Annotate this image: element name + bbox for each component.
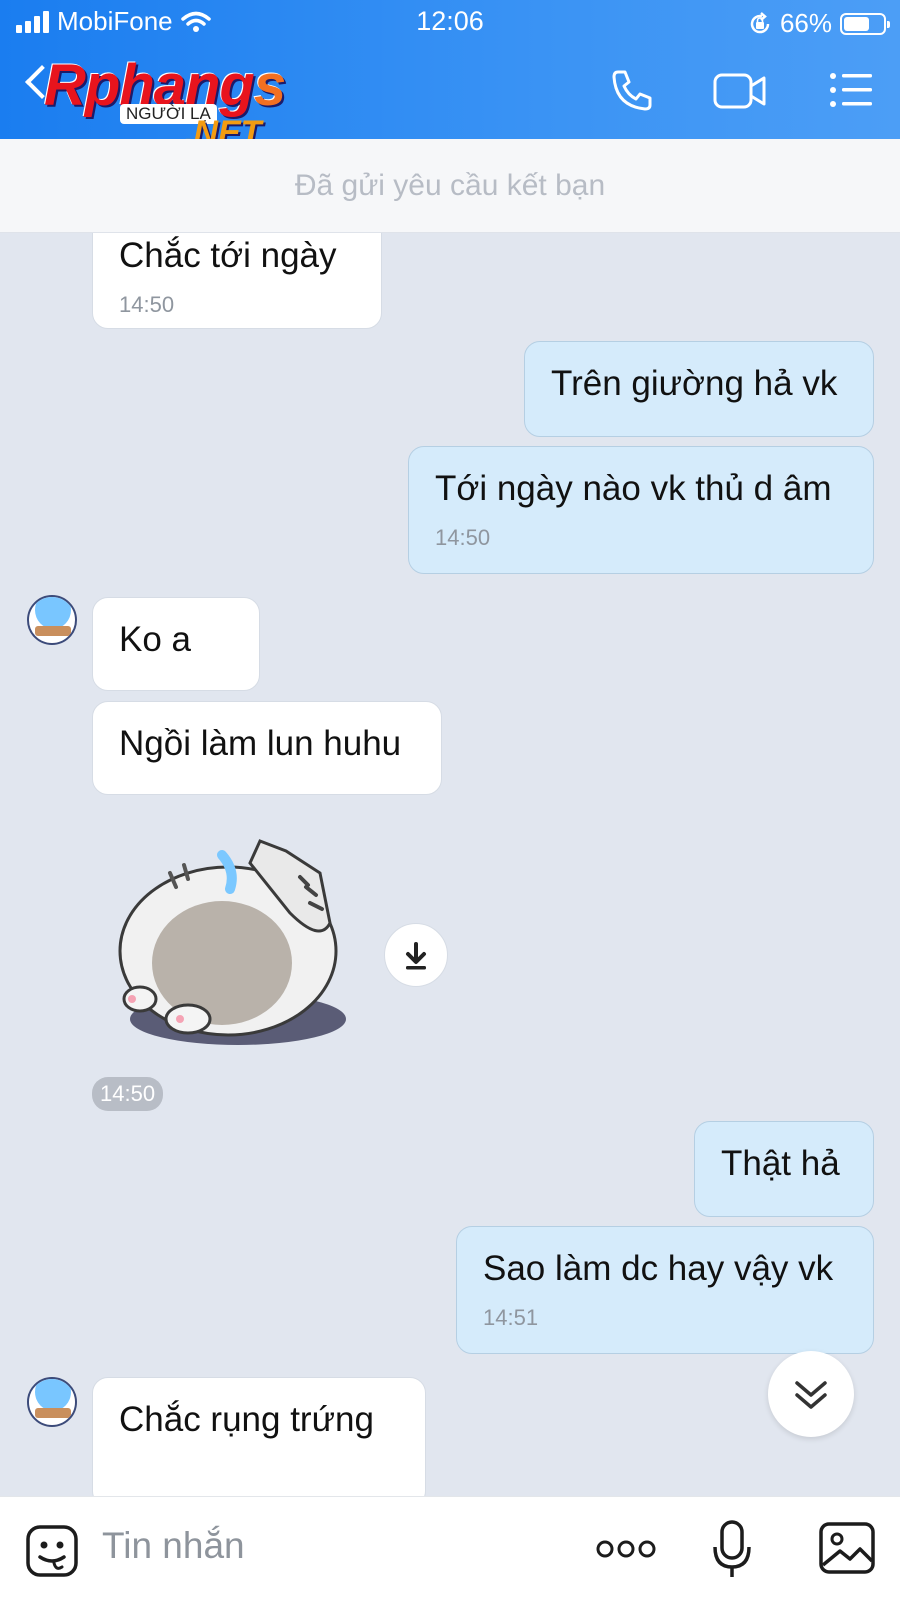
battery-icon [840, 12, 890, 35]
avatar[interactable] [27, 595, 77, 645]
message-bubble-outgoing[interactable]: Trên giường hả vk [524, 341, 874, 437]
message-bubble-outgoing[interactable]: Sao làm dc hay vậy vk 14:51 [456, 1226, 874, 1354]
message-text: Ngồi làm lun huhu [119, 724, 402, 763]
message-list[interactable]: Chắc tới ngày 14:50 Trên giường hả vk Tớ… [0, 233, 900, 1496]
message-text: Sao làm dc hay vậy vk [483, 1249, 834, 1288]
sticker-time: 14:50 [92, 1077, 164, 1111]
message-time: 14:51 [483, 1305, 539, 1330]
battery-percent: 66% [779, 8, 832, 38]
message-bubble-incoming[interactable]: Ngồi làm lun huhu [92, 701, 442, 795]
more-options-icon[interactable] [596, 1539, 656, 1559]
phone-icon[interactable] [608, 68, 656, 112]
message-time: 14:50 [119, 292, 175, 317]
scroll-to-bottom-button[interactable] [768, 1351, 854, 1437]
message-composer: Tin nhắn [0, 1496, 900, 1601]
message-text: Trên giường hả vk [551, 364, 838, 403]
double-chevron-down-icon [795, 1381, 827, 1409]
message-bubble-outgoing[interactable]: Thật hả [694, 1121, 874, 1217]
image-gallery-icon[interactable] [818, 1521, 876, 1575]
message-text: Tới ngày nào vk thủ d âm [435, 469, 832, 508]
sleeping-cat-sticker[interactable] [110, 833, 360, 1053]
microphone-icon[interactable] [712, 1519, 752, 1581]
status-bar: MobiFone 12:06 66% [0, 0, 900, 46]
message-bubble-incoming[interactable]: Chắc tới ngày 14:50 [92, 233, 382, 329]
avatar[interactable] [27, 1377, 77, 1427]
app-header: MobiFone 12:06 66% Rphangs NGƯỜI LẠ .NET [0, 0, 900, 152]
message-text: Chắc tới ngày [119, 236, 337, 275]
video-call-icon[interactable] [712, 68, 768, 112]
rotation-lock-icon [750, 11, 770, 33]
message-bubble-incoming[interactable]: Ko a [92, 597, 260, 691]
message-bubble-outgoing[interactable]: Tới ngày nào vk thủ d âm 14:50 [408, 446, 874, 574]
message-text: Chắc rụng trứng [119, 1400, 374, 1439]
watermark-logo: Rphangs NGƯỜI LẠ .NET [44, 52, 314, 152]
menu-list-icon[interactable] [828, 68, 876, 112]
friend-request-notice: Đã gửi yêu cầu kết bạn [0, 139, 900, 233]
battery-indicator: 66% [748, 8, 890, 39]
sticker-emoji-icon[interactable] [24, 1523, 80, 1579]
message-time: 14:50 [435, 525, 491, 550]
message-text: Thật hả [721, 1144, 840, 1183]
download-button[interactable] [384, 923, 448, 987]
message-bubble-incoming[interactable]: Chắc rụng trứng [92, 1377, 426, 1496]
message-text: Ko a [119, 620, 191, 659]
download-icon [406, 942, 426, 970]
message-input[interactable]: Tin nhắn [102, 1525, 245, 1567]
